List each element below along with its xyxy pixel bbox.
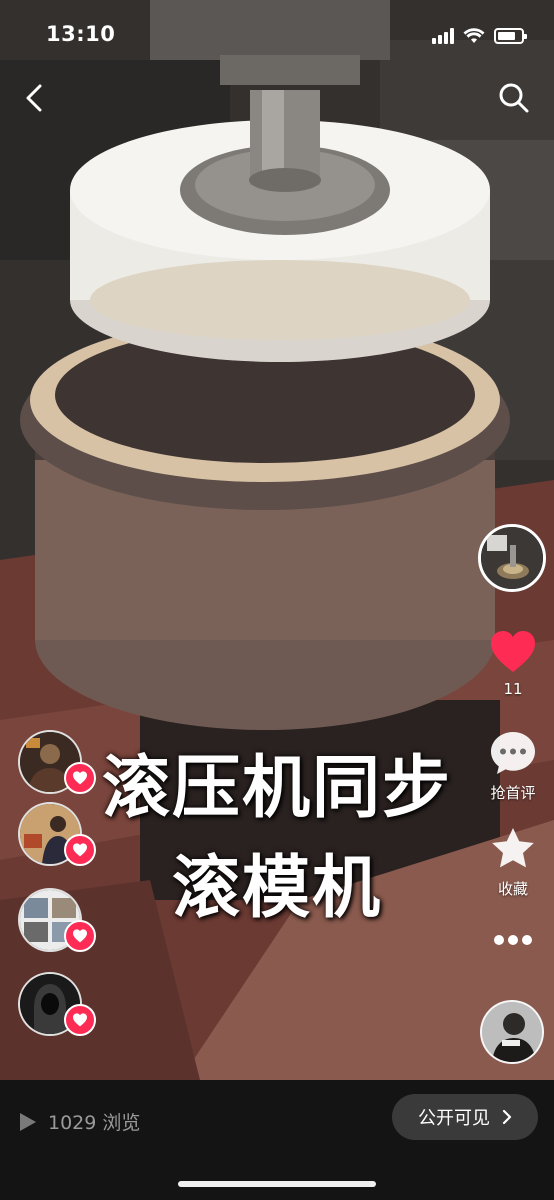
liked-heart-badge — [64, 1004, 96, 1036]
chevron-right-icon — [502, 1109, 512, 1125]
status-icons — [432, 24, 527, 44]
status-time: 13:10 — [46, 22, 116, 46]
play-icon — [20, 1112, 36, 1131]
view-count: 1029 浏览 — [18, 1108, 140, 1135]
visibility-label: 公开可见 — [418, 1108, 490, 1129]
visibility-button[interactable]: 公开可见 — [392, 1094, 538, 1140]
search-icon — [499, 83, 529, 113]
like-button[interactable]: 11 — [478, 630, 548, 698]
video-caption-line-1: 滚压机同步 — [101, 749, 452, 828]
cellular-signal-icon — [432, 28, 454, 44]
heart-icon — [491, 631, 535, 672]
heart-icon — [73, 929, 87, 943]
music-disc-thumbnail — [481, 527, 543, 589]
liker-avatar-4[interactable] — [18, 972, 98, 1042]
status-bar: 13:10 — [0, 0, 554, 64]
heart-icon — [73, 1013, 87, 1027]
home-indicator[interactable] — [178, 1181, 376, 1187]
battery-icon — [494, 28, 527, 44]
author-avatar-image — [482, 1002, 542, 1062]
music-disc[interactable] — [478, 524, 546, 592]
search-button[interactable] — [496, 80, 532, 116]
back-button[interactable] — [18, 80, 54, 116]
view-count-text: 1029 浏览 — [48, 1112, 141, 1134]
author-avatar[interactable] — [480, 1000, 544, 1064]
more-dots-icon — [494, 935, 532, 945]
chevron-left-icon — [26, 84, 42, 112]
wifi-icon — [463, 28, 485, 43]
like-count: 11 — [503, 680, 523, 698]
more-button[interactable] — [478, 930, 548, 954]
video-caption-line-2: 滚模机 — [171, 849, 382, 928]
